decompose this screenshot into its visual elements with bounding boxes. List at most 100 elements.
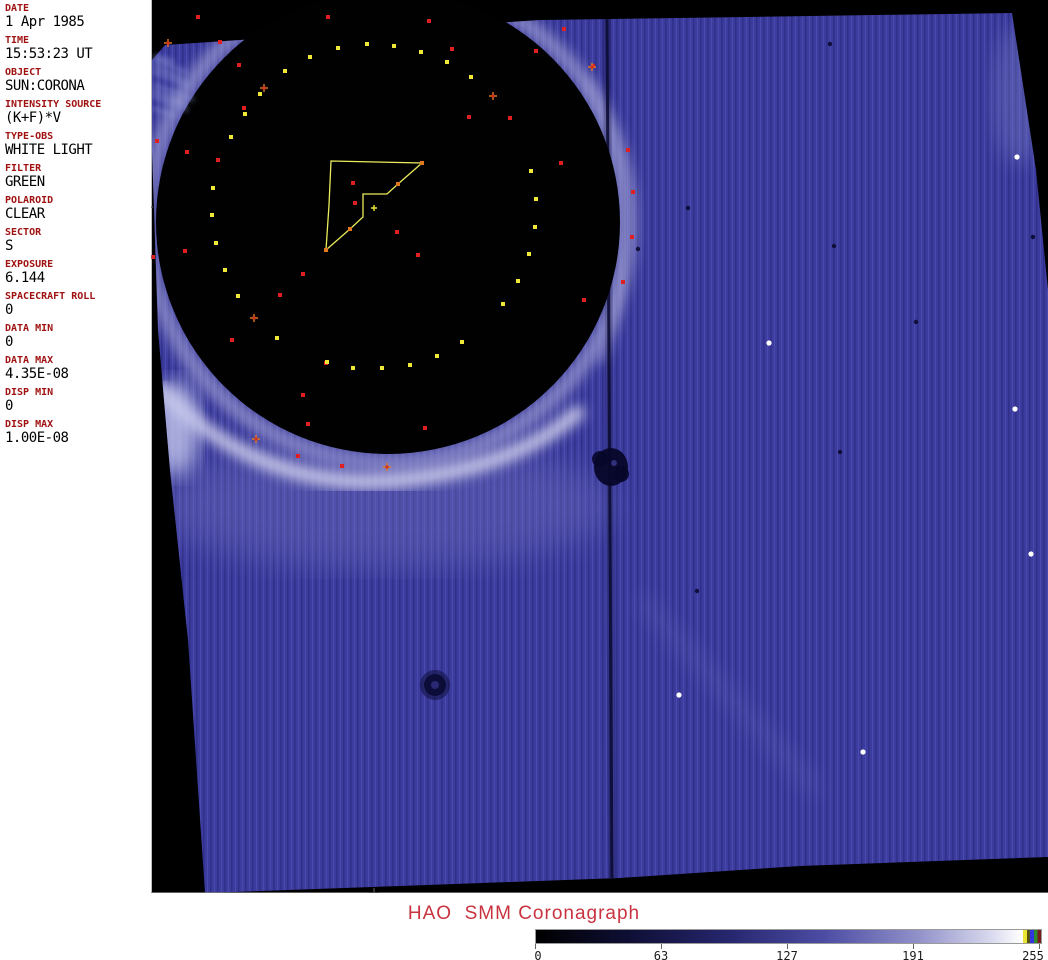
field-label: DATE [5,3,30,14]
fiducial-dot-red [450,47,454,51]
metadata-field-date: DATE 1 Apr 1985 [5,3,151,30]
fiducial-dot-red [155,139,159,143]
dark-speck [837,449,843,455]
fiducial-dot-red [340,464,344,468]
dark-speck [685,205,691,211]
fiducial-dot-red [218,40,222,44]
fiducial-dot-yellow [460,340,464,344]
pylon-vertex-dot [420,161,424,165]
dark-speck [913,319,919,325]
metadata-sidebar: DATE 1 Apr 1985 TIME 15:53:23 UT OBJECT SUN:C… [0,0,151,893]
colorbar-tick-label: 255 [1022,949,1044,960]
field-label: DISP MIN [5,387,54,398]
fiducial-dot-yellow [336,46,340,50]
fiducial-dot-red [559,161,563,165]
colorbar-tick-label: 0 [534,949,542,960]
field-label: TIME [5,35,30,46]
fiducial-cross-center [590,65,594,69]
fiducial-cross-center [491,94,495,98]
metadata-field-data-min: DATA MIN 0 [5,323,151,350]
dark-speck [694,588,700,594]
app-window: DATE 1 Apr 1985 TIME 15:53:23 UT OBJECT SUN:C… [0,0,1048,960]
under-disk-brightening [152,443,615,567]
metadata-field-exposure: EXPOSURE 6.144 [5,259,151,286]
fiducial-cross-center [385,465,389,469]
fiducial-dot-red [630,235,634,239]
metadata-field-object: OBJECT SUN:CORONA [5,67,151,94]
field-label: DATA MAX [5,355,54,366]
field-value: GREEN [5,174,45,190]
star-point [1014,154,1020,160]
colorbar-tick-label: 191 [902,949,924,960]
field-value: (K+F)*V [5,110,61,126]
fiducial-dot-red [296,454,300,458]
dark-speck [635,246,641,252]
colorbar-tick-label: 127 [776,949,798,960]
field-label: DISP MAX [5,419,54,430]
fiducial-dot-yellow [419,50,423,54]
field-label: POLAROID [5,195,54,206]
field-value: S [5,238,13,254]
fiducial-cross-center [166,41,170,45]
fiducial-dot-yellow [501,302,505,306]
fiducial-dot-red [216,158,220,162]
fiducial-dot-yellow [283,69,287,73]
field-label: TYPE-OBS [5,131,54,142]
fiducial-dot-yellow [325,360,329,364]
fiducial-dot-yellow [408,363,412,367]
fiducial-dot-red [508,116,512,120]
fiducial-dot-yellow [365,42,369,46]
metadata-field-data-max: DATA MAX 4.35E-08 [5,355,151,382]
fiducial-dot-red [467,115,471,119]
plot-title: HAO SMM Coronagraph [407,903,641,924]
fiducial-dot-yellow [435,354,439,358]
fiducial-dot-yellow [529,169,533,173]
field-value: 0 [5,302,13,318]
fiducial-dot-red [582,298,586,302]
field-value: 4.35E-08 [5,366,69,382]
colorbar-tick-label: 63 [653,949,669,960]
metadata-field-intensity-source: INTENSITY SOURCE (K+F)*V [5,99,151,126]
metadata-field-spacecraft-roll: SPACECRAFT ROLL 0 [5,291,151,318]
field-label: SECTOR [5,227,42,238]
fiducial-dot-red [301,393,305,397]
field-value: WHITE LIGHT [5,142,93,158]
field-value: 1 Apr 1985 [5,14,85,30]
field-label: DATA MIN [5,323,54,334]
fiducial-dot-yellow [210,213,214,217]
fiducial-dot-red [427,19,431,23]
fiducial-dot-red [416,253,420,257]
coronagraph-image [143,0,1048,901]
fiducial-dot-yellow [380,366,384,370]
fiducial-dot-red [183,249,187,253]
star-point [1028,551,1034,557]
fiducial-dot-red [631,190,635,194]
fiducial-dot-yellow [258,92,262,96]
fiducial-dot-yellow [527,252,531,256]
fiducial-dot-yellow [392,44,396,48]
fiducial-dot-red [621,280,625,284]
fiducial-dot-red [237,63,241,67]
star-point [676,692,682,698]
metadata-field-type-obs: TYPE-OBS WHITE LIGHT [5,131,151,158]
field-label: FILTER [5,163,42,174]
fiducial-dot-yellow [211,186,215,190]
fiducial-dot-red [534,49,538,53]
dark-speck [1030,234,1036,240]
field-value: 0 [5,334,13,350]
metadata-field-disp-min: DISP MIN 0 [5,387,151,414]
pylon-vertex-dot [396,182,400,186]
fiducial-dot-red [326,15,330,19]
fiducial-dot-red [185,150,189,154]
field-label: EXPOSURE [5,259,54,270]
dark-speck [827,41,833,47]
metadata-field-disp-max: DISP MAX 1.00E-08 [5,419,151,446]
footer-panel: HAO SMM Coronagraph 0 63 127 191 255 [0,893,1048,960]
fiducial-dot-yellow [445,60,449,64]
fiducial-dot-yellow [214,241,218,245]
fiducial-dot-yellow [516,279,520,283]
field-label: SPACECRAFT ROLL [5,291,96,302]
dust-donut [420,670,450,700]
dark-speck [831,243,837,249]
fiducial-dot-red [230,338,234,342]
